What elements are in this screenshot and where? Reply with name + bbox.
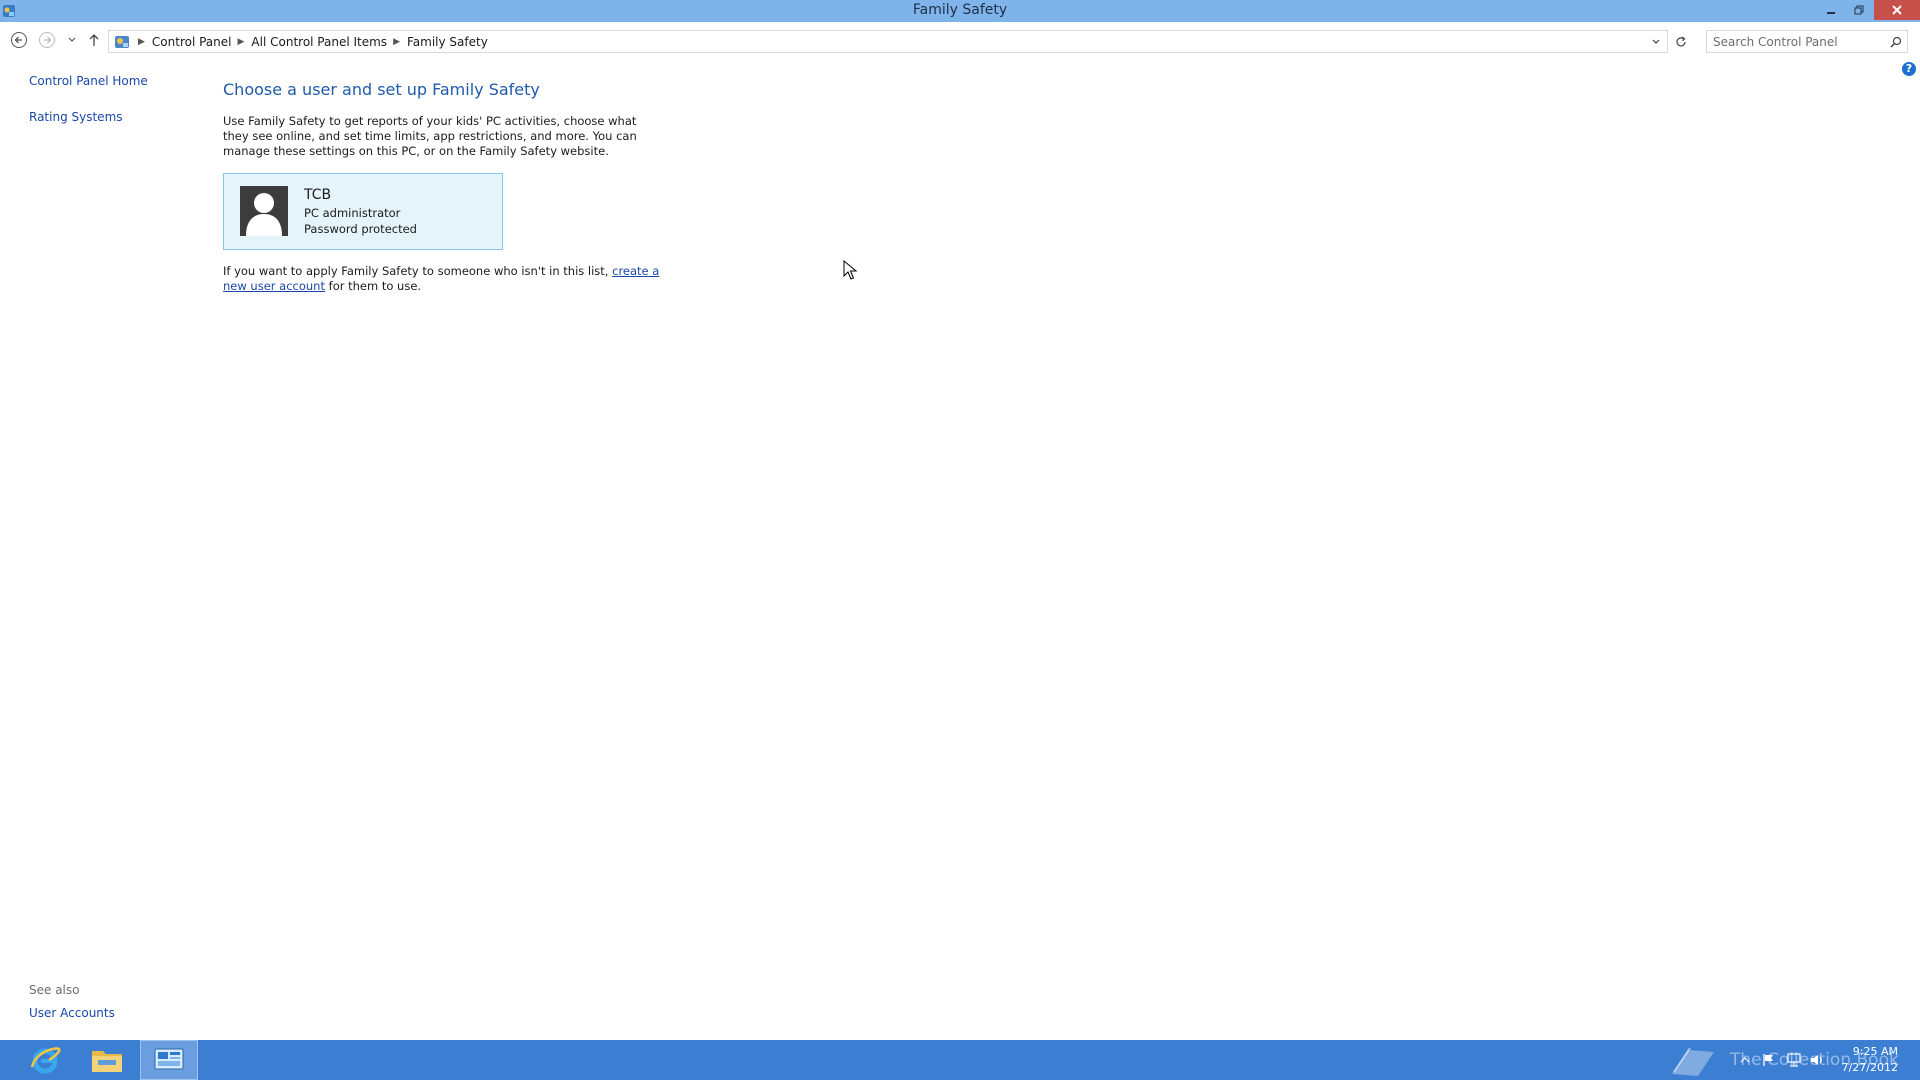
search-icon[interactable] [1889, 34, 1903, 53]
breadcrumb-family-safety[interactable]: Family Safety [407, 35, 488, 49]
search-box[interactable] [1706, 30, 1908, 53]
clock-time: 9:25 AM [1852, 1045, 1898, 1058]
see-also-label: See also [29, 983, 80, 997]
up-arrow-icon [89, 34, 99, 46]
search-input[interactable] [1713, 33, 1883, 50]
mouse-cursor-icon [843, 259, 858, 284]
user-role: PC administrator [304, 206, 401, 220]
close-button[interactable] [1874, 0, 1920, 20]
note-suffix: for them to use. [328, 279, 422, 293]
volume-button[interactable] [1810, 1052, 1826, 1068]
breadcrumb-all-items[interactable]: All Control Panel Items [251, 35, 387, 49]
forward-button[interactable] [36, 29, 58, 51]
user-avatar-icon [240, 186, 288, 236]
taskbar-internet-explorer[interactable] [16, 1040, 74, 1080]
breadcrumb-control-panel[interactable]: Control Panel [152, 35, 232, 49]
breadcrumb-separator-icon[interactable]: ▶ [393, 37, 400, 47]
network-icon [1787, 1053, 1801, 1067]
address-dropdown-button[interactable] [1651, 34, 1661, 53]
navigation-bar: ▶ Control Panel ▶ All Control Panel Item… [0, 26, 1920, 56]
control-panel-icon [112, 32, 132, 52]
restore-button[interactable] [1846, 0, 1872, 20]
user-name: TCB [304, 187, 332, 203]
taskbar-file-explorer[interactable] [78, 1040, 136, 1080]
refresh-button[interactable] [1670, 30, 1692, 53]
book-logo-icon [1672, 1047, 1714, 1076]
user-accounts-link[interactable]: User Accounts [29, 1006, 115, 1020]
control-panel-icon [154, 1048, 184, 1070]
window-title: Family Safety [912, 2, 1008, 18]
chevron-down-icon [1652, 39, 1660, 44]
page-title: Choose a user and set up Family Safety [223, 80, 540, 99]
restore-icon [1854, 5, 1864, 15]
chevron-up-icon [1740, 1057, 1750, 1063]
minimize-icon [1827, 12, 1835, 14]
refresh-icon [1676, 36, 1686, 46]
system-clock[interactable]: 9:25 AM 7/27/2012 [1834, 1044, 1898, 1076]
note-prefix: If you want to apply Family Safety to so… [223, 264, 609, 278]
back-button[interactable] [8, 29, 30, 51]
help-icon[interactable]: ? [1902, 62, 1916, 76]
breadcrumb-separator-icon[interactable]: ▶ [138, 37, 145, 47]
flag-icon [1763, 1054, 1773, 1066]
speaker-icon [1811, 1055, 1822, 1065]
forward-arrow-icon [39, 32, 55, 48]
network-button[interactable] [1786, 1052, 1802, 1068]
clock-date: 7/27/2012 [1841, 1061, 1898, 1074]
taskbar-control-panel[interactable] [140, 1040, 198, 1080]
address-bar[interactable]: ▶ Control Panel ▶ All Control Panel Item… [108, 30, 1668, 53]
minimize-button[interactable] [1818, 0, 1844, 20]
control-panel-home-link[interactable]: Control Panel Home [29, 74, 148, 88]
rating-systems-link[interactable]: Rating Systems [29, 110, 123, 124]
show-hidden-icons-button[interactable] [1740, 1052, 1750, 1068]
internet-explorer-icon [30, 1047, 61, 1074]
page-description: Use Family Safety to get reports of your… [223, 114, 637, 158]
folder-icon [92, 1051, 122, 1072]
close-icon [1892, 5, 1902, 15]
back-arrow-icon [11, 32, 27, 48]
recent-locations-button[interactable] [61, 29, 83, 51]
user-tile-tcb[interactable]: TCB PC administrator Password protected [223, 173, 503, 250]
chevron-down-icon [68, 37, 76, 42]
up-button[interactable] [83, 29, 105, 51]
create-account-note: If you want to apply Family Safety to so… [223, 264, 663, 294]
taskbar: The Collection Book 9:25 AM 7/27/2012 [0, 1040, 1920, 1080]
user-status: Password protected [304, 222, 417, 236]
action-center-button[interactable] [1762, 1052, 1776, 1068]
title-bar[interactable]: Family Safety [0, 0, 1920, 22]
breadcrumb-separator-icon[interactable]: ▶ [238, 37, 245, 47]
